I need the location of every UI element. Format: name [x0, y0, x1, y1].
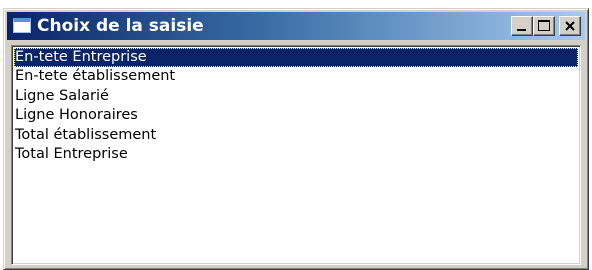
- close-icon: [565, 21, 575, 31]
- maximize-icon: [538, 20, 550, 31]
- list-item[interactable]: Ligne Salarié: [14, 87, 578, 106]
- list-item[interactable]: Ligne Honoraires: [14, 106, 578, 125]
- minimize-icon: [517, 29, 526, 31]
- list-item[interactable]: Total Entreprise: [14, 145, 578, 164]
- minimize-button[interactable]: [511, 16, 533, 36]
- list-item[interactable]: En-tete établissement: [14, 67, 578, 86]
- maximize-button[interactable]: [533, 16, 555, 36]
- window-icon: [13, 18, 31, 33]
- close-button[interactable]: [559, 16, 581, 36]
- window-title: Choix de la saisie: [37, 16, 204, 36]
- dialog-window: Choix de la saisie En-tete Entreprise En…: [3, 8, 589, 270]
- list-item[interactable]: En-tete Entreprise: [14, 48, 578, 68]
- list-item[interactable]: Total établissement: [14, 126, 578, 145]
- title-bar[interactable]: Choix de la saisie: [7, 12, 585, 40]
- entry-type-listbox[interactable]: En-tete Entreprise En-tete établissement…: [11, 45, 581, 265]
